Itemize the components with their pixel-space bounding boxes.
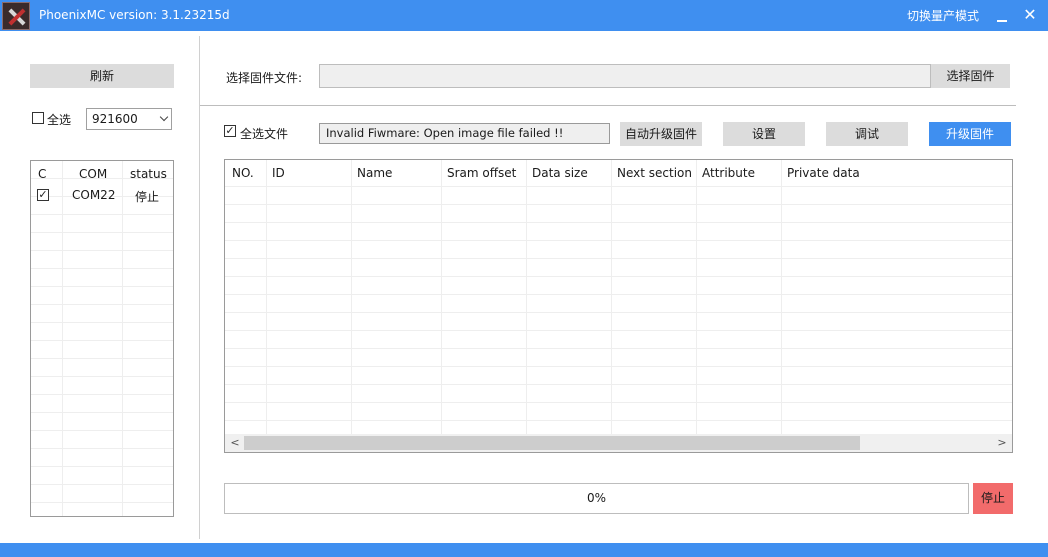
column-header-name[interactable]: Name (357, 166, 392, 180)
select-firmware-button[interactable]: 选择固件 (931, 64, 1010, 88)
port-column-divider (122, 161, 123, 516)
port-header-status: status (130, 167, 167, 181)
window-title: PhoenixMC version: 3.1.23215d (39, 8, 230, 22)
column-header-attribute[interactable]: Attribute (702, 166, 755, 180)
firmware-path-field[interactable] (319, 64, 931, 88)
table-gridlines (225, 186, 1012, 436)
column-header-next-section[interactable]: Next section (617, 166, 692, 180)
column-header-private-data[interactable]: Private data (787, 166, 860, 180)
firmware-file-label: 选择固件文件: (226, 71, 303, 85)
firmware-sections-table[interactable]: NO. ID Name Sram offset Data size Next s… (224, 159, 1013, 453)
section-divider (200, 105, 1016, 106)
scroll-left-icon[interactable]: < (227, 435, 243, 451)
table-column-divider (526, 160, 527, 452)
port-column-divider (62, 161, 63, 516)
auto-upgrade-button[interactable]: 自动升级固件 (620, 122, 702, 146)
column-header-data-size[interactable]: Data size (532, 166, 588, 180)
port-row-checkbox[interactable]: ✓ (37, 189, 49, 201)
table-column-divider (351, 160, 352, 452)
select-all-files-checkbox[interactable]: ✓ (224, 125, 236, 137)
select-all-checkbox[interactable] (32, 112, 44, 124)
column-header-sram-offset[interactable]: Sram offset (447, 166, 516, 180)
app-logo-icon (2, 2, 30, 30)
settings-button[interactable]: 设置 (723, 122, 805, 146)
port-list[interactable]: C COM status ✓ COM22 停止 (30, 160, 174, 517)
column-header-no[interactable]: NO. (232, 166, 254, 180)
table-column-divider (441, 160, 442, 452)
port-header-c: C (38, 167, 47, 181)
chevron-down-icon (159, 112, 169, 122)
table-column-divider (696, 160, 697, 452)
table-column-divider (266, 160, 267, 452)
baud-rate-select[interactable]: 921600 (86, 108, 172, 130)
baud-rate-value: 921600 (92, 112, 138, 126)
panel-divider (199, 36, 200, 539)
port-list-gridlines (31, 161, 173, 516)
stop-button[interactable]: 停止 (973, 483, 1013, 514)
select-all-files-label: 全选文件 (240, 127, 289, 141)
minimize-icon[interactable] (996, 4, 1010, 24)
scrollbar-thumb[interactable] (244, 436, 860, 450)
port-header-com: COM (79, 167, 108, 181)
status-bar (0, 543, 1048, 557)
port-row-status: 停止 (135, 190, 160, 204)
refresh-button[interactable]: 刷新 (30, 64, 174, 88)
table-column-divider (781, 160, 782, 452)
debug-button[interactable]: 调试 (826, 122, 908, 146)
status-message: Invalid Fiwmare: Open image file failed … (319, 123, 610, 144)
table-column-divider (611, 160, 612, 452)
switch-mass-production-mode-button[interactable]: 切换量产模式 (907, 7, 979, 24)
horizontal-scrollbar[interactable]: < > (224, 434, 1013, 453)
select-all-label: 全选 (47, 113, 72, 127)
port-row-com: COM22 (72, 188, 116, 202)
scroll-right-icon[interactable]: > (994, 435, 1010, 451)
title-bar: PhoenixMC version: 3.1.23215d 切换量产模式 ✕ (0, 0, 1048, 31)
progress-bar: 0% (224, 483, 969, 514)
port-row[interactable]: ✓ COM22 停止 (31, 187, 173, 205)
upgrade-firmware-button[interactable]: 升级固件 (929, 122, 1011, 146)
column-header-id[interactable]: ID (272, 166, 285, 180)
close-icon[interactable]: ✕ (1018, 5, 1042, 25)
